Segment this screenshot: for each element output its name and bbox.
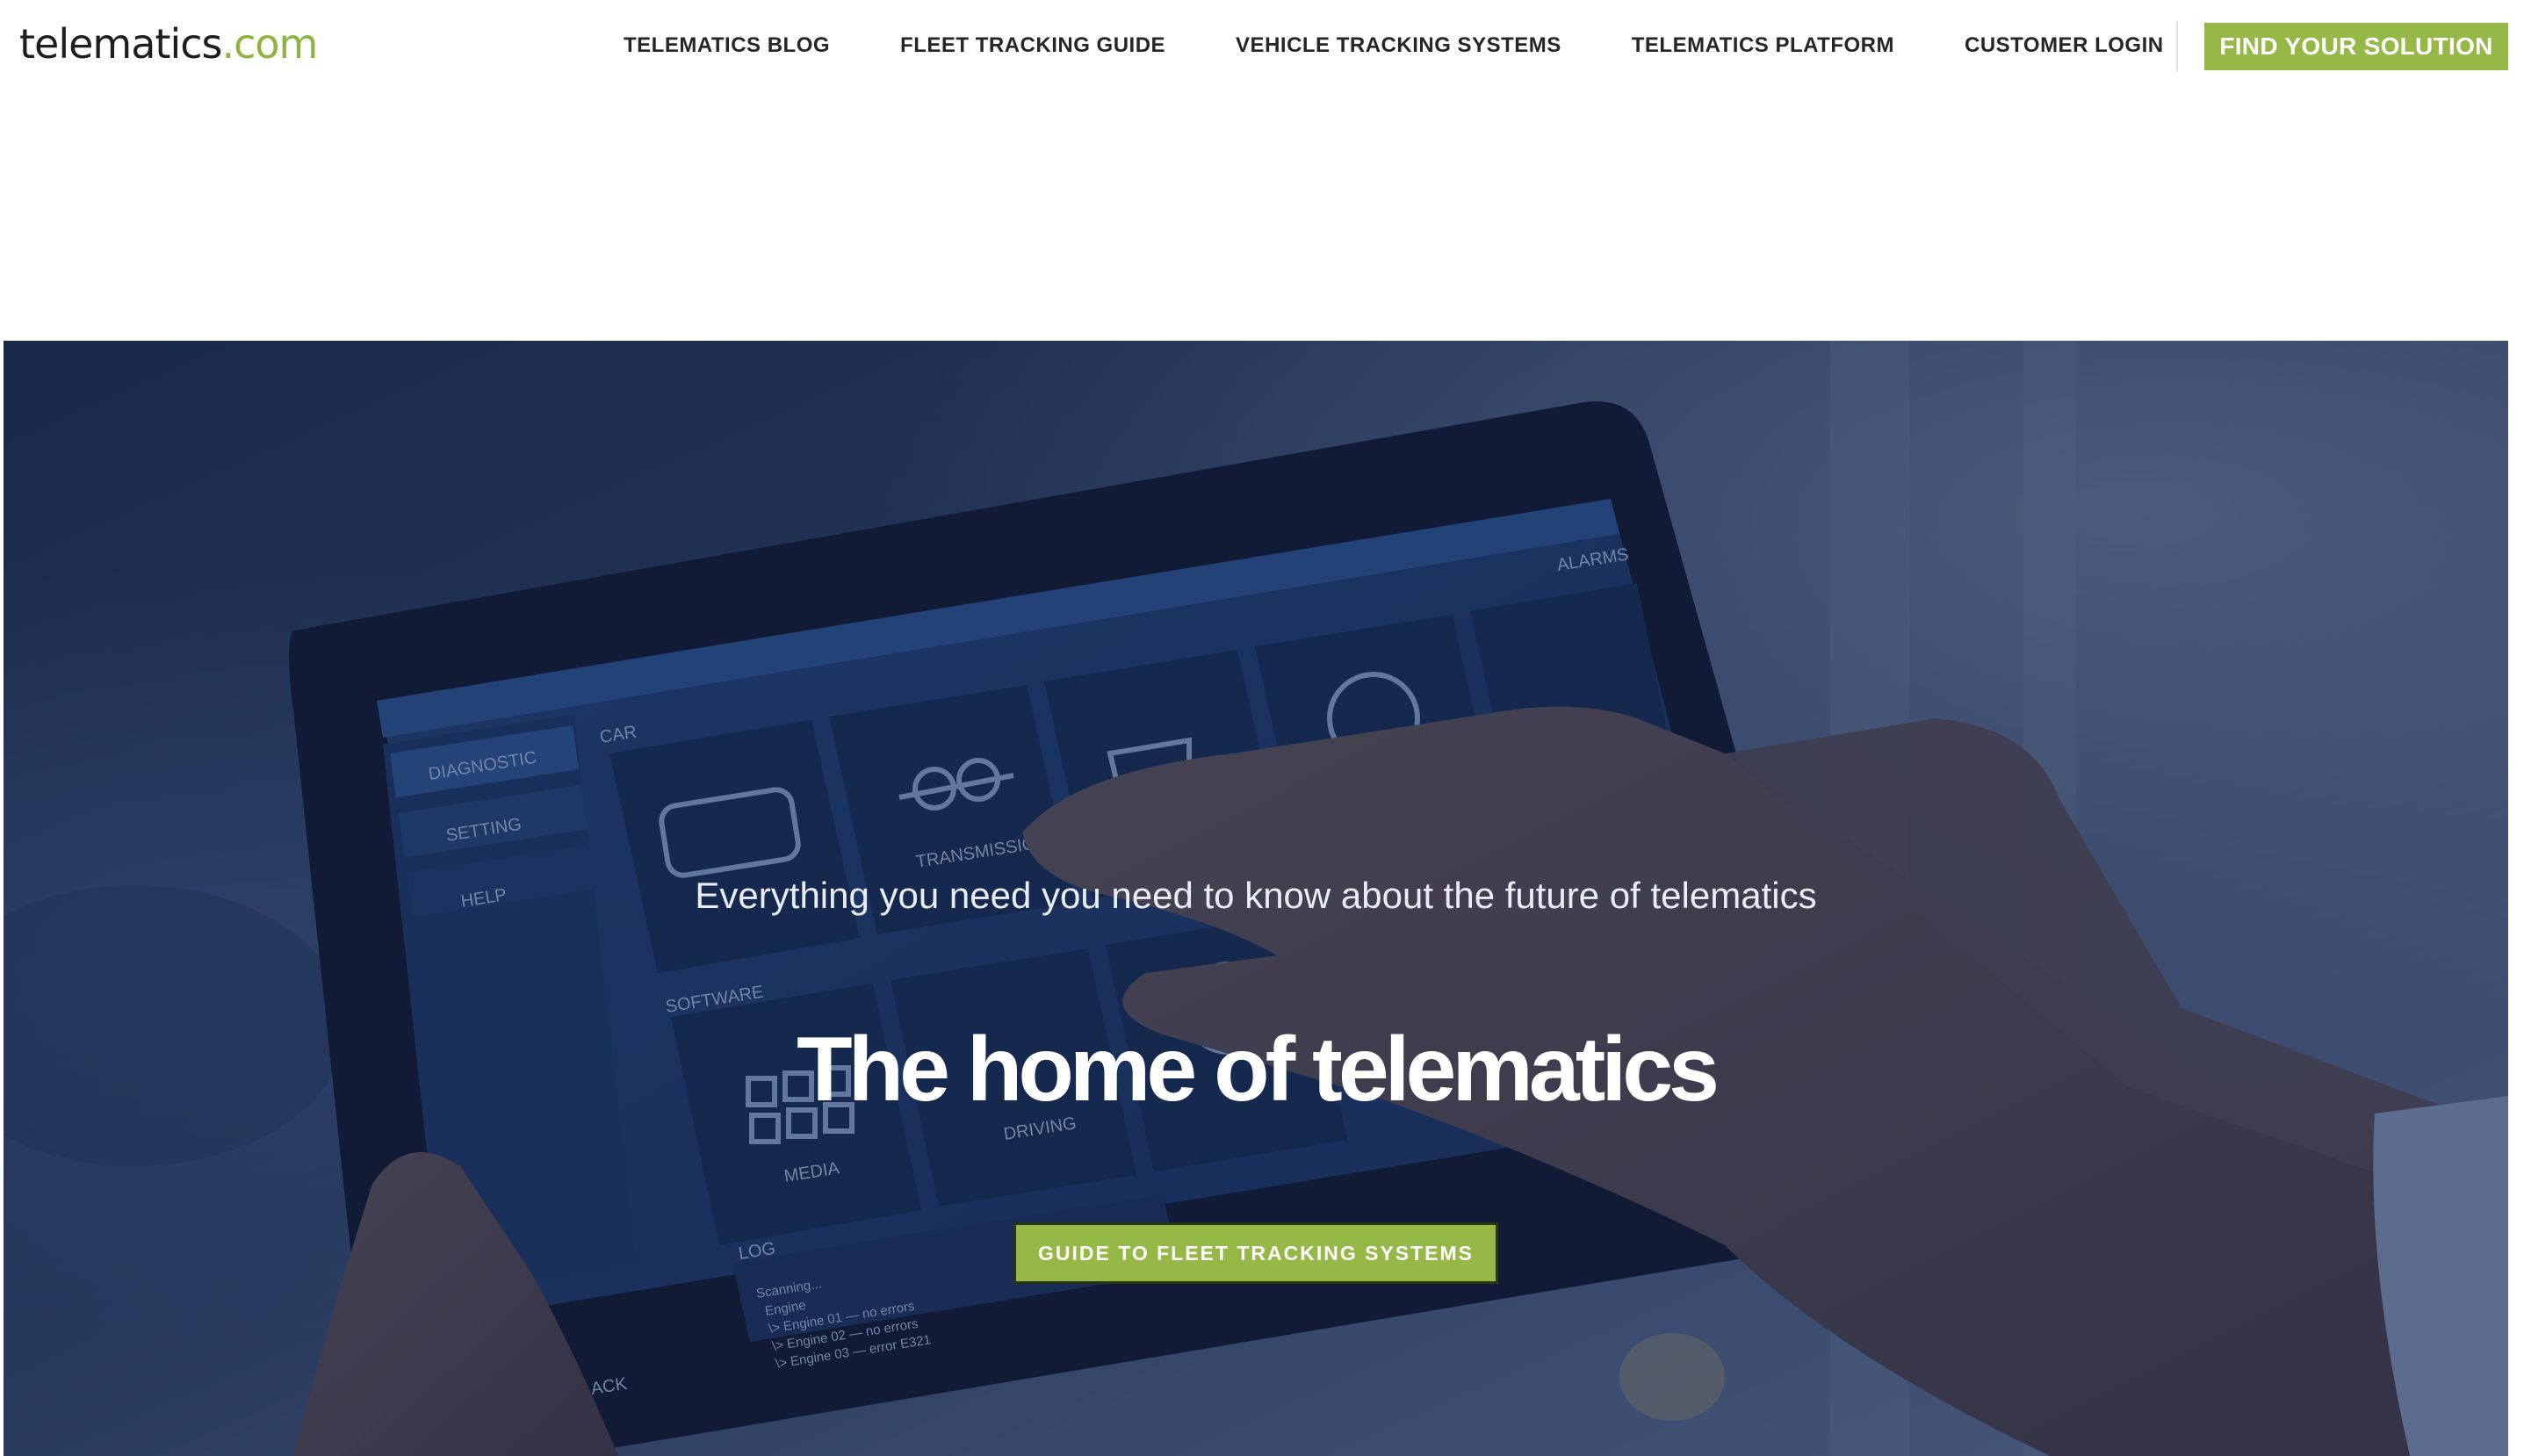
site-logo[interactable]: telematics.com: [19, 19, 319, 68]
hero-title: The home of telematics: [797, 1019, 1720, 1121]
nav-telematics-platform[interactable]: TELEMATICS PLATFORM: [1632, 26, 1894, 65]
logo-domain: .com: [221, 20, 319, 68]
find-your-solution-button[interactable]: FIND YOUR SOLUTION: [2204, 23, 2508, 70]
hero-section: DIAGNOSTIC SETTING HELP CAR SOFTWARE LOG…: [4, 341, 2508, 1456]
nav-telematics-blog[interactable]: TELEMATICS BLOG: [624, 26, 830, 65]
main-nav: TELEMATICS BLOG FLEET TRACKING GUIDE VEH…: [624, 26, 2164, 65]
hero-subtitle: Everything you need you need to know abo…: [695, 875, 1817, 916]
logo-wordmark: telematics: [19, 20, 222, 68]
site-header: telematics.com TELEMATICS BLOG FLEET TRA…: [0, 0, 2524, 97]
nav-fleet-tracking-guide[interactable]: FLEET TRACKING GUIDE: [900, 26, 1165, 65]
nav-customer-login[interactable]: CUSTOMER LOGIN: [1965, 26, 2164, 65]
nav-divider: [2176, 21, 2178, 72]
nav-vehicle-tracking-systems[interactable]: VEHICLE TRACKING SYSTEMS: [1236, 26, 1561, 65]
guide-to-fleet-tracking-button[interactable]: GUIDE TO FLEET TRACKING SYSTEMS: [1013, 1222, 1498, 1284]
